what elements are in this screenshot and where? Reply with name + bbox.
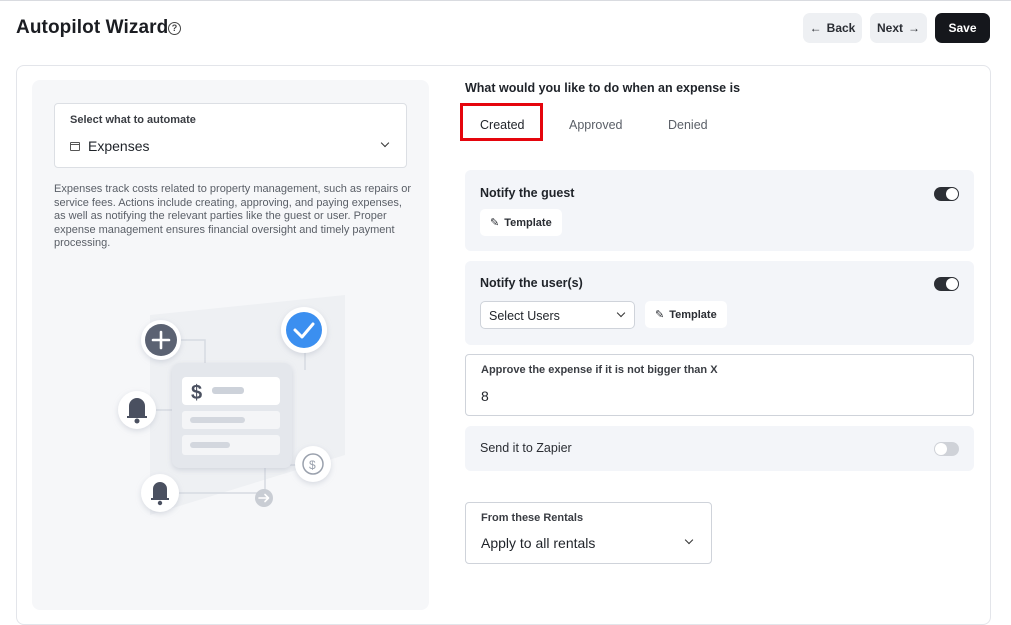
tab-denied[interactable]: Denied: [668, 118, 708, 132]
document-line: [212, 387, 244, 394]
check-badge: [286, 312, 322, 348]
trigger-question: What would you like to do when an expens…: [465, 81, 741, 95]
select-users-dropdown[interactable]: Select Users: [480, 301, 635, 329]
automate-description: Expenses track costs related to property…: [54, 183, 412, 250]
approve-limit-value[interactable]: 8: [481, 388, 489, 404]
users-template-label: Template: [669, 308, 717, 321]
document-line: [190, 417, 245, 423]
help-icon[interactable]: ?: [168, 22, 181, 35]
expense-illustration: $ $: [118, 295, 345, 515]
tab-approved[interactable]: Approved: [569, 118, 623, 132]
notify-users-panel: Notify the user(s) Select Users ✎ Templa…: [465, 261, 974, 345]
chevron-down-icon: [380, 138, 390, 148]
notify-users-title: Notify the user(s): [480, 276, 583, 290]
back-button[interactable]: ← Back: [803, 13, 862, 43]
calendar-icon: [70, 141, 80, 151]
notify-guest-toggle[interactable]: [934, 187, 959, 201]
document-line: [190, 442, 230, 448]
arrow-left-icon: ←: [809, 21, 822, 35]
notify-guest-panel: Notify the guest ✎ Template: [465, 170, 974, 251]
page-title: Autopilot Wizard: [16, 17, 169, 38]
notify-users-toggle[interactable]: [934, 277, 959, 291]
guest-template-label: Template: [504, 216, 552, 229]
zapier-toggle[interactable]: [934, 442, 959, 456]
save-button[interactable]: Save: [935, 13, 990, 43]
zapier-label: Send it to Zapier: [480, 441, 572, 455]
select-users-value: Select Users: [489, 309, 560, 323]
page-header: Autopilot Wizard ? ← Back Next → Save: [0, 0, 1011, 60]
guest-template-button[interactable]: ✎ Template: [480, 209, 562, 236]
bell-clapper: [157, 500, 163, 506]
automate-select[interactable]: Select what to automate Expenses: [54, 103, 407, 168]
pencil-icon: ✎: [490, 217, 500, 229]
automate-select-label: Select what to automate: [70, 114, 196, 126]
rentals-select[interactable]: From these Rentals Apply to all rentals: [465, 502, 712, 564]
pencil-icon: ✎: [655, 309, 665, 321]
users-template-button[interactable]: ✎ Template: [645, 301, 727, 328]
active-tab-highlight: [460, 103, 543, 141]
back-button-label: Back: [826, 21, 856, 35]
notify-guest-title: Notify the guest: [480, 186, 575, 200]
rentals-select-value: Apply to all rentals: [481, 535, 596, 551]
dollar-sign-icon: $: [191, 382, 202, 404]
automate-value-text: Expenses: [88, 138, 150, 154]
zapier-panel: Send it to Zapier: [465, 426, 974, 471]
bell-clapper: [134, 418, 140, 424]
approve-limit-label: Approve the expense if it is not bigger …: [481, 364, 718, 376]
chevron-down-icon: [684, 535, 694, 545]
chevron-down-icon: [616, 308, 626, 318]
rentals-select-label: From these Rentals: [481, 512, 584, 524]
save-button-label: Save: [948, 21, 977, 35]
coin-dollar-icon: $: [309, 458, 316, 472]
next-button-label: Next: [876, 21, 903, 35]
approve-limit-field[interactable]: Approve the expense if it is not bigger …: [465, 354, 974, 416]
automate-select-value: Expenses: [70, 138, 149, 154]
next-button[interactable]: Next →: [870, 13, 927, 43]
arrow-right-icon: →: [908, 21, 920, 35]
